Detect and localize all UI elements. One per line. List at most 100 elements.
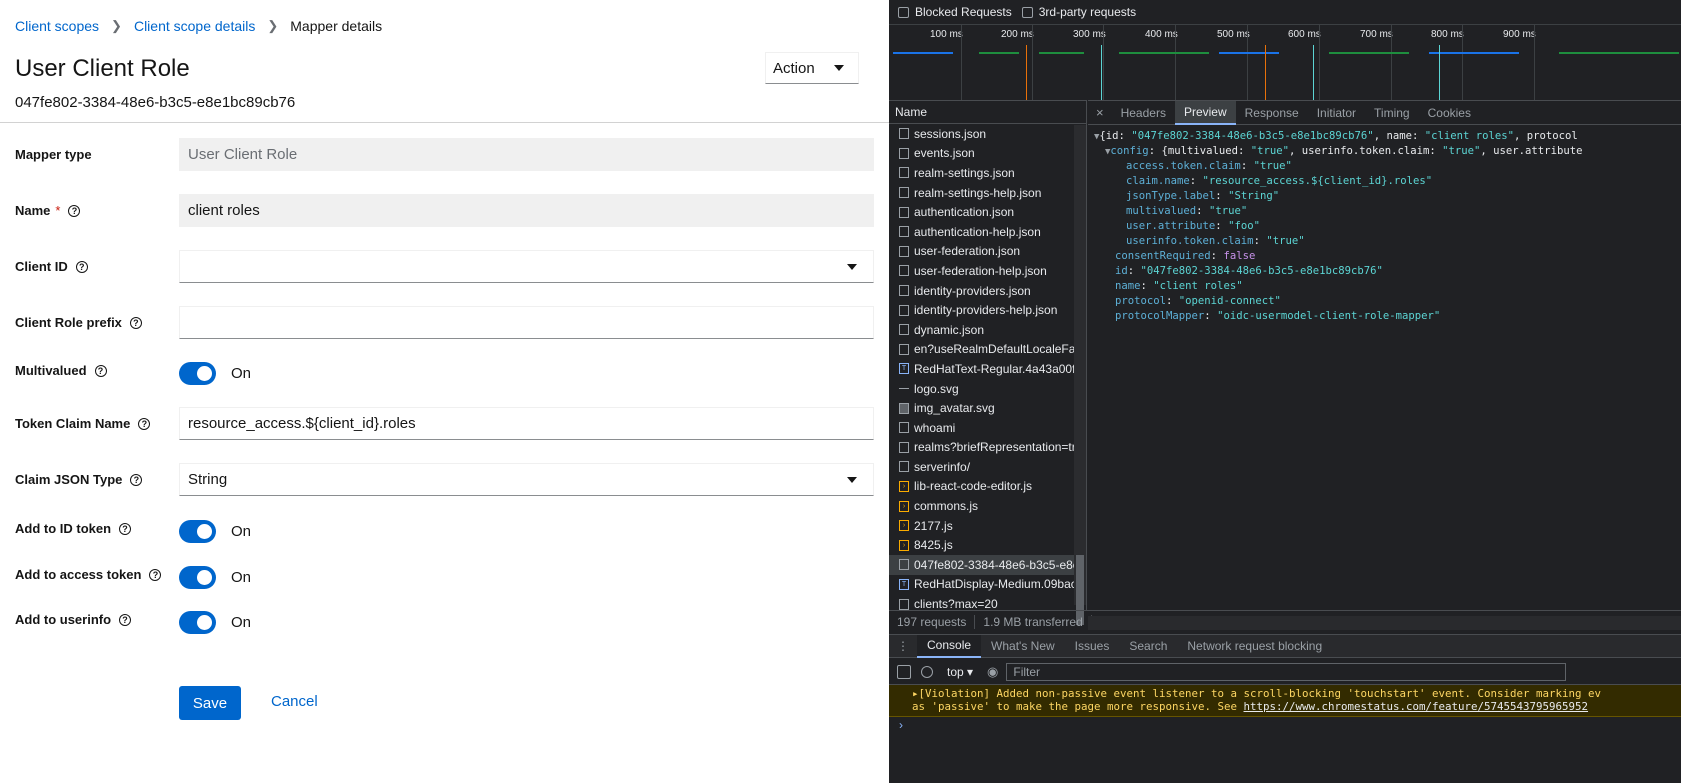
list-item[interactable]: realm-settings.json xyxy=(889,163,1086,183)
cancel-button[interactable]: Cancel xyxy=(271,693,318,710)
json-key: config xyxy=(1110,145,1149,157)
name-column-header[interactable]: Name xyxy=(889,100,1086,124)
tab-network-request-blocking[interactable]: Network request blocking xyxy=(1177,635,1332,658)
add-to-id-token-switch[interactable]: On xyxy=(179,520,251,543)
name-field[interactable]: client roles xyxy=(179,194,874,227)
client-role-prefix-field[interactable] xyxy=(179,306,874,339)
list-item[interactable]: events.json xyxy=(889,144,1086,164)
tab-timing[interactable]: Timing xyxy=(1365,101,1419,125)
console-prompt-icon[interactable]: › xyxy=(899,718,903,732)
network-filter-bar: Blocked Requests 3rd-party requests xyxy=(889,0,1681,24)
tab-whats-new[interactable]: What's New xyxy=(981,635,1065,658)
json-entry: userinfo.token.claim: "true" xyxy=(1126,235,1305,247)
token-claim-name-label: Token Claim Name ? xyxy=(15,416,151,431)
request-count: 197 requests xyxy=(889,614,976,629)
list-item[interactable]: identity-providers.json xyxy=(889,281,1086,301)
json-config-line[interactable]: ▼config: {multivalued: "true", userinfo.… xyxy=(1105,144,1582,159)
save-button[interactable]: Save xyxy=(179,686,241,720)
toggle-switch[interactable] xyxy=(179,362,216,385)
multivalued-switch[interactable]: On xyxy=(179,362,251,385)
console-filter-input[interactable]: Filter xyxy=(1006,662,1567,681)
third-party-requests-checkbox[interactable]: 3rd-party requests xyxy=(1021,5,1136,19)
toggle-switch[interactable] xyxy=(179,611,216,634)
list-item[interactable]: T RedHatDisplay-Medium.09bac3. xyxy=(889,575,1086,595)
sidebar-toggle-icon[interactable] xyxy=(897,664,911,679)
list-item[interactable]: › 2177.js xyxy=(889,516,1086,536)
context-selector[interactable]: top ▾ xyxy=(947,665,973,679)
request-name: authentication-help.json xyxy=(914,224,1041,239)
list-item[interactable]: img_avatar.svg xyxy=(889,398,1086,418)
list-item[interactable]: realm-settings-help.json xyxy=(889,183,1086,203)
breadcrumb-client-scope-details[interactable]: Client scope details xyxy=(134,18,255,34)
json-string: "047fe802-3384-48e6-b3c5-e8e1bc89cb76" xyxy=(1140,265,1383,277)
json-root-line[interactable]: ▼{id: "047fe802-3384-48e6-b3c5-e8e1bc89c… xyxy=(1094,129,1578,144)
add-to-access-token-switch[interactable]: On xyxy=(179,566,251,589)
list-item[interactable]: en?useRealmDefaultLocaleFallba xyxy=(889,340,1086,360)
list-item[interactable]: user-federation.json xyxy=(889,242,1086,262)
toggle-state: On xyxy=(231,523,252,540)
tab-search[interactable]: Search xyxy=(1119,635,1177,658)
required-asterisk: * xyxy=(55,203,61,218)
list-item[interactable]: › 8425.js xyxy=(889,535,1086,555)
help-icon[interactable]: ? xyxy=(149,568,162,581)
document-icon xyxy=(899,461,909,473)
help-icon[interactable]: ? xyxy=(68,204,81,217)
timeline-bar xyxy=(893,52,953,54)
list-item[interactable]: T RedHatText-Regular.4a43a00f1c xyxy=(889,359,1086,379)
tab-response[interactable]: Response xyxy=(1236,101,1308,125)
help-icon[interactable]: ? xyxy=(138,417,151,430)
claim-json-type-select[interactable]: String xyxy=(179,463,874,496)
timeline-gridline xyxy=(1534,25,1535,101)
action-dropdown[interactable]: Action xyxy=(765,52,859,84)
close-icon[interactable]: × xyxy=(1088,105,1112,120)
list-item[interactable]: dynamic.json xyxy=(889,320,1086,340)
list-item[interactable]: identity-providers-help.json xyxy=(889,300,1086,320)
list-item[interactable]: serverinfo/ xyxy=(889,457,1086,477)
help-icon[interactable]: ? xyxy=(119,613,132,626)
request-list-scrollbar[interactable] xyxy=(1074,125,1086,625)
more-vertical-icon[interactable]: ⋮ xyxy=(889,635,917,658)
tab-console[interactable]: Console xyxy=(917,634,982,658)
list-item[interactable]: user-federation-help.json xyxy=(889,261,1086,281)
help-icon[interactable]: ? xyxy=(119,522,132,535)
tab-issues[interactable]: Issues xyxy=(1065,635,1120,658)
request-name: 8425.js xyxy=(914,538,953,553)
add-to-userinfo-switch[interactable]: On xyxy=(179,611,251,634)
eye-icon[interactable]: ◉ xyxy=(987,664,998,680)
list-item[interactable]: whoami xyxy=(889,418,1086,438)
list-item[interactable]: authentication-help.json xyxy=(889,222,1086,242)
claim-json-type-value: String xyxy=(188,471,228,488)
help-icon[interactable]: ? xyxy=(75,260,88,273)
toggle-switch[interactable] xyxy=(179,520,216,543)
list-item[interactable]: authentication.json xyxy=(889,202,1086,222)
timeline-gridline xyxy=(1103,25,1104,101)
clear-console-icon[interactable] xyxy=(921,665,933,678)
network-timeline-overview[interactable]: 100 ms 200 ms 300 ms 400 ms 500 ms 600 m… xyxy=(889,24,1681,101)
preview-horizontal-scrollbar[interactable] xyxy=(1088,616,1681,630)
toggle-switch[interactable] xyxy=(179,566,216,589)
tab-cookies[interactable]: Cookies xyxy=(1419,101,1480,125)
help-icon[interactable]: ? xyxy=(130,473,143,486)
tab-headers[interactable]: Headers xyxy=(1112,101,1175,125)
list-item[interactable]: › commons.js xyxy=(889,496,1086,516)
tab-preview[interactable]: Preview xyxy=(1174,100,1236,125)
list-item[interactable]: › lib-react-code-editor.js xyxy=(889,477,1086,497)
list-item[interactable]: sessions.json xyxy=(889,124,1086,144)
timeline-tick: 700 ms xyxy=(1360,29,1393,40)
json-string: "true" xyxy=(1266,235,1305,247)
token-claim-name-field[interactable]: resource_access.${client_id}.roles xyxy=(179,407,874,440)
client-id-select[interactable] xyxy=(179,250,874,283)
blocked-requests-checkbox[interactable]: Blocked Requests xyxy=(898,5,1012,19)
list-item-selected[interactable]: 047fe802-3384-48e6-b3c5-e8e1 xyxy=(889,555,1086,575)
document-icon xyxy=(899,304,909,316)
timeline-tick: 200 ms xyxy=(1001,29,1034,40)
help-icon[interactable]: ? xyxy=(94,364,107,377)
request-name: user-federation-help.json xyxy=(914,263,1047,278)
help-icon[interactable]: ? xyxy=(129,316,142,329)
list-item[interactable]: logo.svg xyxy=(889,379,1086,399)
list-item[interactable]: realms?briefRepresentation=tru xyxy=(889,438,1086,458)
breadcrumb-client-scopes[interactable]: Client scopes xyxy=(15,18,99,34)
chromestatus-link[interactable]: https://www.chromestatus.com/feature/574… xyxy=(1244,700,1589,713)
request-name: identity-providers.json xyxy=(914,283,1031,298)
tab-initiator[interactable]: Initiator xyxy=(1308,101,1365,125)
